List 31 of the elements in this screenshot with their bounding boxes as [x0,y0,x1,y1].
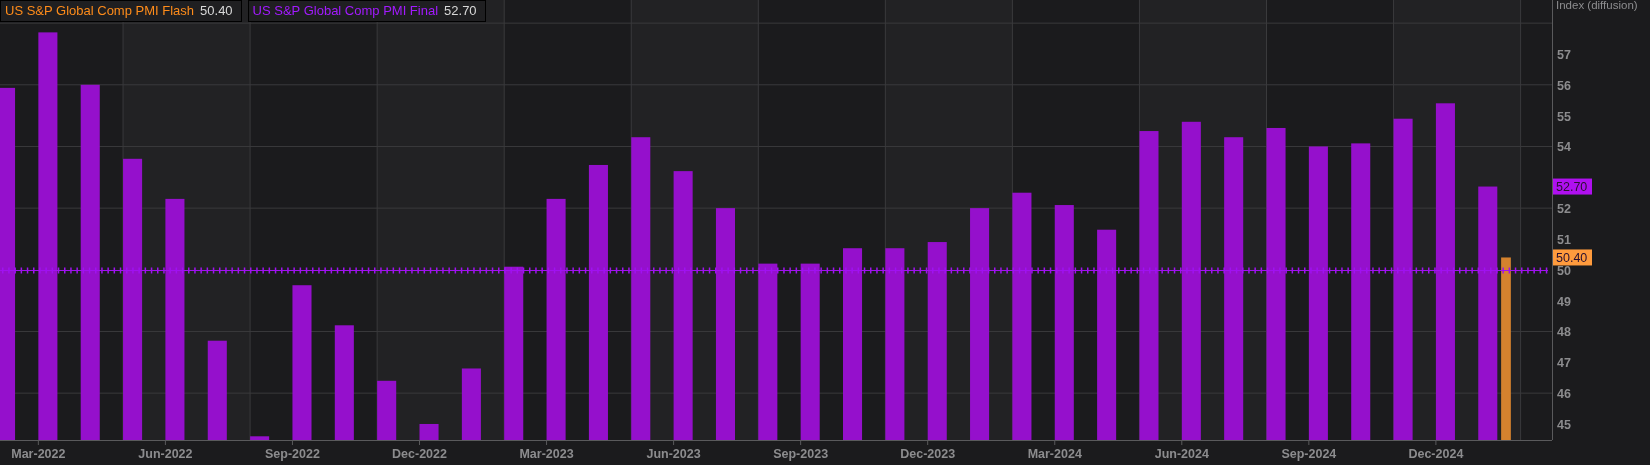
x-axis-label: Sep-2024 [1281,447,1337,461]
x-axis-label: Jun-2024 [1154,447,1209,461]
x-axis-label: Mar-2023 [519,447,574,461]
x-axis-label: Dec-2024 [1408,447,1464,461]
x-axis-label: Jun-2022 [138,447,193,461]
y-axis-label: 47 [1557,356,1571,371]
y-axis-label: 55 [1557,109,1571,124]
y-axis-label: 45 [1557,417,1571,432]
y-axis-label: 56 [1557,78,1571,93]
x-axis-label: Dec-2022 [392,447,447,461]
x-axis-label: Sep-2023 [773,447,829,461]
series-value: 52.70 [444,3,477,18]
x-axis-label: Mar-2024 [1027,447,1082,461]
x-axis-label: Jun-2023 [646,447,701,461]
value-tag: 50.40 [1553,249,1592,266]
series-value: 50.40 [200,3,233,18]
y-axis-label: 54 [1557,140,1571,155]
y-axis-label: 51 [1557,232,1571,247]
y-axis-label: 49 [1557,294,1571,309]
series-name: US S&P Global Comp PMI Final [252,3,439,18]
y-axis-label: 50 [1557,263,1571,278]
series-name: US S&P Global Comp PMI Flash [5,3,195,18]
y-axis-label: 48 [1557,325,1571,340]
x-axis-label: Mar-2022 [11,447,66,461]
x-axis-label: Dec-2023 [900,447,956,461]
x-axis-label: Sep-2022 [265,447,320,461]
y-axis-label: 46 [1557,387,1571,402]
y-axis-label: 57 [1557,47,1571,62]
value-tag: 52.70 [1553,178,1592,195]
axis-title: Index (diffusion) [1556,0,1638,11]
y-axis-label: 52 [1557,202,1571,217]
